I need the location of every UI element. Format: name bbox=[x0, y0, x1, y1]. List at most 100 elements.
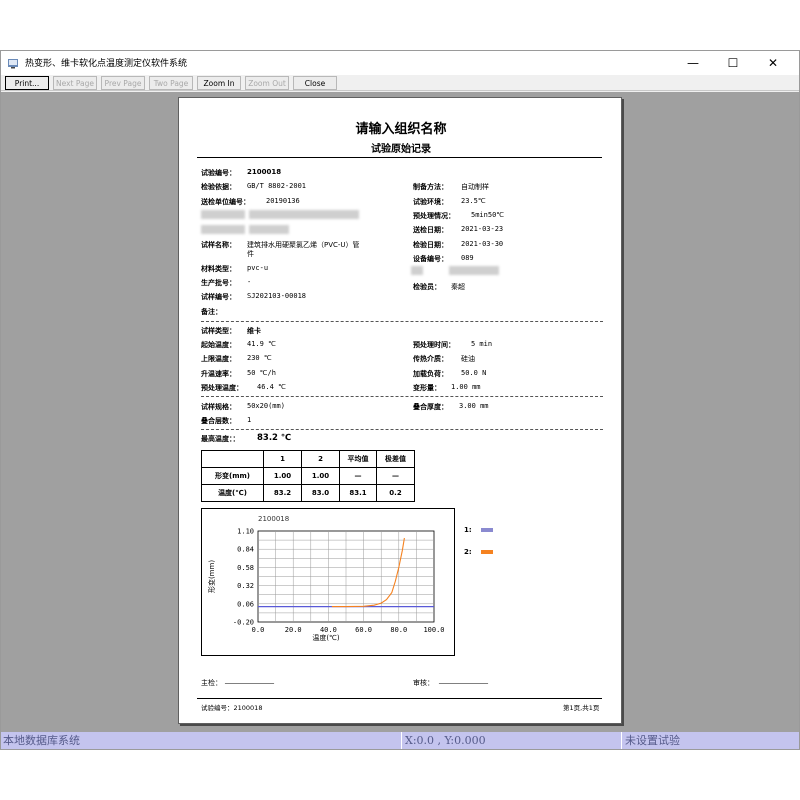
results-table: 1 2 平均值 极差值 形变(mm) 1.00 1.00 — — 温度(℃) 8… bbox=[201, 450, 415, 502]
prep-method-value: 自动制样 bbox=[461, 183, 489, 191]
inspector-value: 秦超 bbox=[451, 283, 465, 291]
submit-date-label: 送检日期： bbox=[413, 226, 448, 234]
batch-number-label: 生产批号： bbox=[201, 279, 236, 287]
y-tick-label: 0.06 bbox=[237, 600, 254, 608]
close-preview-button[interactable]: Close bbox=[293, 76, 337, 90]
chief-inspector-line: ______________ bbox=[225, 676, 274, 684]
pretreat-temp-value: 46.4 ℃ bbox=[257, 383, 286, 391]
upper-temp-label: 上限温度： bbox=[201, 355, 236, 363]
chart-svg: 0.0 20.0 40.0 60.0 80.0 100.0 1.10 0.84 0.58 0.32… bbox=[207, 515, 445, 642]
footer-rule bbox=[197, 698, 602, 699]
redacted-label bbox=[201, 225, 245, 234]
table-cell: 1.00 bbox=[263, 467, 302, 485]
legend-label-1: 1: bbox=[464, 526, 472, 534]
table-cell: — bbox=[339, 467, 377, 485]
pretreat-time-label: 预处理时间： bbox=[413, 341, 455, 349]
footer-test-number: 试验编号：2100018 bbox=[201, 704, 263, 712]
status-test-state: 未设置试验 bbox=[625, 734, 680, 747]
print-preview-area[interactable]: 请输入组织名称 试验原始记录 试验编号： 2100018 检验依据： GB/T … bbox=[1, 92, 799, 732]
upper-temp-value: 230 ℃ bbox=[247, 354, 272, 362]
status-separator bbox=[621, 732, 622, 749]
pretreatment-label: 预处理情况： bbox=[413, 212, 455, 220]
window-title: 热变形、维卡软化点温度测定仪软件系统 bbox=[25, 59, 188, 69]
test-environment-label: 试验环境： bbox=[413, 198, 448, 206]
y-tick-label: 0.84 bbox=[237, 546, 254, 554]
x-tick-label: 20.0 bbox=[285, 626, 302, 634]
chief-inspector-label: 主检： bbox=[201, 679, 222, 687]
heating-rate-value: 50 ℃/h bbox=[247, 369, 276, 377]
prep-method-label: 制备方法： bbox=[413, 183, 448, 191]
heat-medium-value: 硅油 bbox=[461, 355, 475, 363]
legend-swatch-2 bbox=[481, 550, 493, 554]
y-tick-label: 0.32 bbox=[237, 582, 254, 590]
unit-number-label: 送检单位编号： bbox=[201, 198, 250, 206]
zoom-out-button[interactable]: Zoom Out bbox=[245, 76, 289, 90]
table-header-cell bbox=[201, 450, 264, 468]
legend-swatch-1 bbox=[481, 528, 493, 532]
print-button[interactable]: Print... bbox=[5, 76, 49, 90]
y-tick-label: 0.58 bbox=[237, 564, 254, 572]
sample-type-value: 维卡 bbox=[247, 327, 261, 335]
y-axis-label: 形变(mm) bbox=[207, 560, 216, 593]
two-page-button[interactable]: Two Page bbox=[149, 76, 193, 90]
table-header-row: 1 2 平均值 极差值 bbox=[201, 450, 415, 468]
table-cell: — bbox=[376, 467, 415, 485]
minimize-button[interactable]: — bbox=[673, 51, 713, 75]
table-cell: 83.1 bbox=[339, 484, 377, 502]
redacted-label bbox=[411, 266, 423, 275]
pretreatment-value: 5min50℃ bbox=[471, 211, 505, 219]
equipment-number-label: 设备编号： bbox=[413, 255, 448, 263]
test-environment-value: 23.5℃ bbox=[461, 197, 486, 205]
x-axis-label: 温度(℃) bbox=[312, 633, 340, 642]
legend-label-2: 2: bbox=[464, 548, 472, 556]
sample-name-value-cont: 件 bbox=[247, 250, 254, 258]
start-temp-label: 起始温度： bbox=[201, 341, 236, 349]
heating-rate-label: 升温速率： bbox=[201, 370, 236, 378]
heat-medium-label: 传热介质： bbox=[413, 355, 448, 363]
inspect-date-value: 2021-03-30 bbox=[461, 240, 504, 248]
prev-page-button[interactable]: Prev Page bbox=[101, 76, 145, 90]
report-subtitle: 试验原始记录 bbox=[371, 144, 431, 155]
pretreat-time-value: 5 min bbox=[471, 340, 493, 348]
inspect-date-label: 检验日期： bbox=[413, 241, 448, 249]
app-window: 热变形、维卡软化点温度测定仪软件系统 — ☐ ✕ Print... Next P… bbox=[0, 50, 800, 750]
status-separator bbox=[401, 732, 402, 749]
redacted-value bbox=[249, 225, 289, 234]
title-rule bbox=[197, 157, 602, 158]
x-tick-label: 100.0 bbox=[423, 626, 444, 634]
stack-thickness-value: 3.00 mm bbox=[459, 402, 489, 410]
unit-number-value: 20190136 bbox=[266, 197, 300, 205]
stack-count-label: 叠合层数： bbox=[201, 417, 236, 425]
sample-number-label: 试样编号： bbox=[201, 293, 236, 301]
spec-value: 50x20(mm) bbox=[247, 402, 285, 410]
deformation-label: 变形量： bbox=[413, 384, 441, 392]
sample-number-value: SJ202103-00018 bbox=[247, 292, 307, 300]
org-title: 请输入组织名称 bbox=[355, 122, 447, 137]
standard-label: 检验依据： bbox=[201, 183, 236, 191]
zoom-in-button[interactable]: Zoom In bbox=[197, 76, 241, 90]
report-page: 请输入组织名称 试验原始记录 试验编号： 2100018 检验依据： GB/T … bbox=[178, 97, 622, 724]
close-window-button[interactable]: ✕ bbox=[753, 51, 793, 75]
reviewer-label: 审核： bbox=[413, 679, 434, 687]
table-cell: 0.2 bbox=[376, 484, 415, 502]
redacted-value bbox=[249, 210, 359, 219]
x-tick-label: 60.0 bbox=[355, 626, 372, 634]
status-bar: 本地数据库系统 X:0.0 , Y:0.000 未设置试验 bbox=[1, 732, 799, 749]
spec-label: 试样规格： bbox=[201, 403, 236, 411]
y-tick-label: -0.20 bbox=[233, 619, 254, 627]
y-tick-label: 1.10 bbox=[237, 528, 254, 536]
stack-count-value: 1 bbox=[247, 416, 252, 424]
next-page-button[interactable]: Next Page bbox=[53, 76, 97, 90]
table-header-cell: 2 bbox=[301, 450, 340, 468]
standard-value: GB/T 8802-2001 bbox=[247, 182, 307, 190]
maximize-button[interactable]: ☐ bbox=[713, 51, 753, 75]
table-cell: 1.00 bbox=[301, 467, 340, 485]
table-row: 形变(mm) 1.00 1.00 — — bbox=[201, 467, 415, 485]
redacted-label bbox=[201, 210, 245, 219]
x-tick-label: 40.0 bbox=[320, 626, 337, 634]
batch-number-value: - bbox=[247, 278, 252, 286]
table-cell: 形变(mm) bbox=[201, 467, 264, 485]
stack-thickness-label: 叠合厚度： bbox=[413, 403, 448, 411]
table-cell: 83.2 bbox=[263, 484, 302, 502]
section-divider bbox=[201, 429, 603, 430]
